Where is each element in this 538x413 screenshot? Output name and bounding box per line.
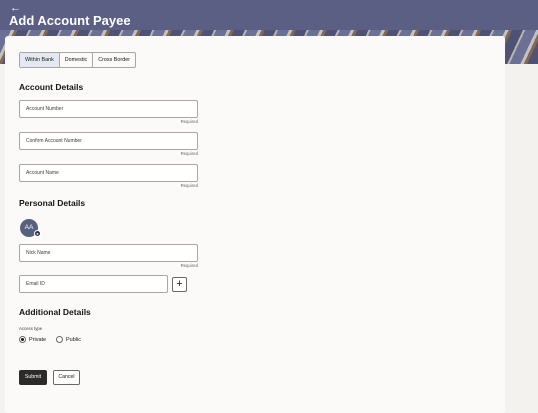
camera-icon[interactable]: ●	[34, 230, 41, 237]
account-name-required: Required	[180, 183, 198, 188]
add-email-button[interactable]: +	[172, 277, 187, 292]
radio-public-label: Public	[66, 336, 81, 343]
additional-details-heading: Additional Details	[19, 307, 91, 317]
nick-name-placeholder: Nick Name	[26, 250, 51, 256]
account-details-heading: Account Details	[19, 82, 84, 92]
account-number-field[interactable]: Account Number	[19, 100, 198, 118]
cancel-button[interactable]: Cancel	[53, 370, 80, 385]
access-type-label: Access type	[19, 326, 43, 331]
radio-public[interactable]: Public	[56, 336, 81, 343]
radio-private[interactable]: Private	[19, 336, 46, 343]
nick-name-field[interactable]: Nick Name	[19, 244, 198, 262]
tab-within-bank[interactable]: Within Bank	[20, 53, 60, 67]
tab-cross-border[interactable]: Cross Border	[93, 53, 135, 67]
confirm-account-number-placeholder: Confirm Account Number	[26, 138, 82, 144]
radio-private-label: Private	[29, 336, 47, 343]
confirm-account-number-required: Required	[180, 151, 198, 156]
page-title: Add Account Payee	[9, 13, 131, 28]
radio-public-indicator[interactable]	[56, 336, 63, 343]
account-number-placeholder: Account Number	[26, 106, 64, 112]
radio-private-indicator[interactable]	[19, 336, 26, 343]
nick-name-required: Required	[180, 263, 198, 268]
account-name-placeholder: Account Name	[26, 170, 59, 176]
account-name-field[interactable]: Account Name	[19, 164, 198, 182]
submit-button[interactable]: Submit	[19, 370, 47, 385]
email-placeholder: Email ID	[26, 281, 45, 287]
payee-type-tabs: Within Bank Domestic Cross Border	[19, 52, 136, 68]
account-number-required: Required	[180, 119, 198, 124]
confirm-account-number-field[interactable]: Confirm Account Number	[19, 132, 198, 150]
form-card: Within Bank Domestic Cross Border Accoun…	[5, 36, 505, 413]
personal-details-heading: Personal Details	[19, 198, 86, 208]
tab-domestic[interactable]: Domestic	[60, 53, 94, 67]
email-field[interactable]: Email ID	[19, 275, 168, 293]
